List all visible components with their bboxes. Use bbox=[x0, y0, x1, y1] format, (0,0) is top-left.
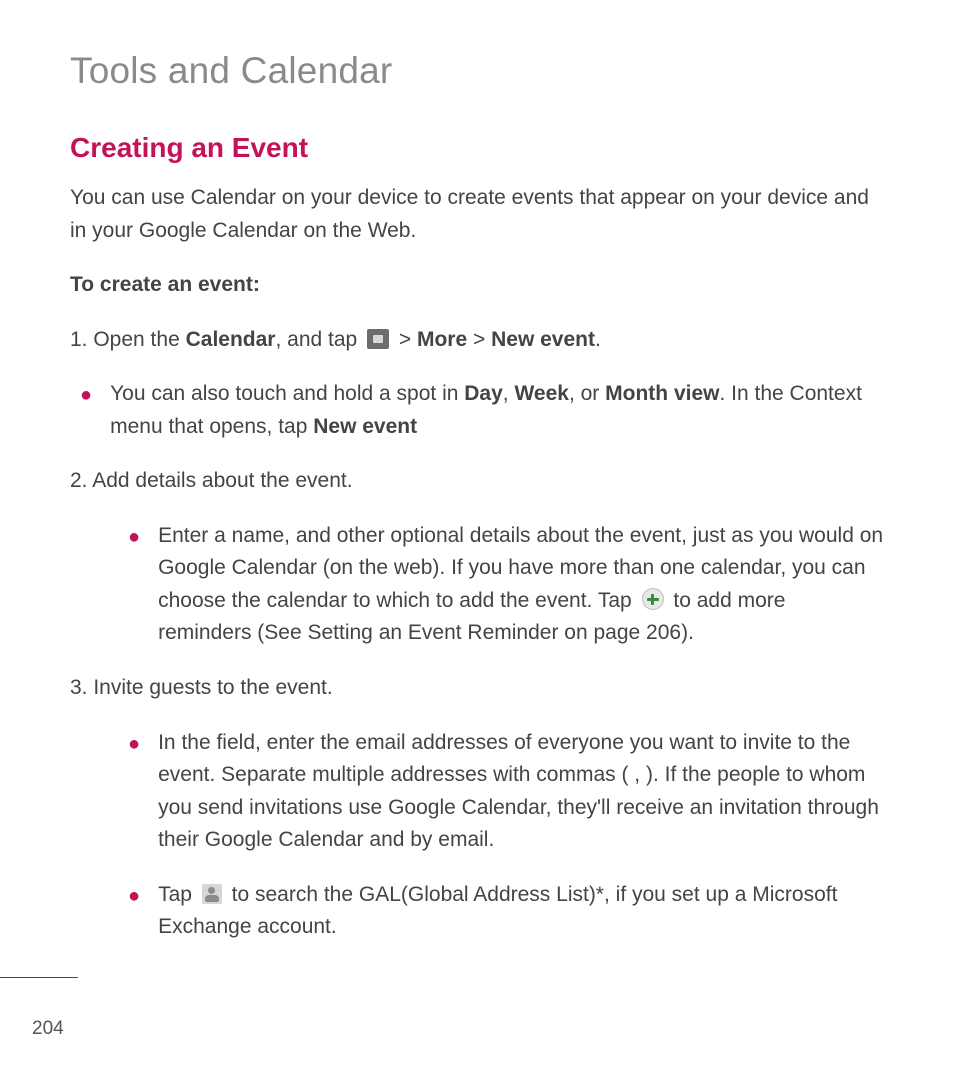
bullet-gal-text: Tap to search the GAL(Global Address Lis… bbox=[158, 879, 884, 944]
step-1-mid: , and tap bbox=[275, 328, 363, 351]
section-title: Creating an Event bbox=[70, 132, 884, 164]
step-1-calendar: Calendar bbox=[186, 328, 276, 351]
b1-t2: , bbox=[503, 382, 515, 405]
intro-paragraph: You can use Calendar on your device to c… bbox=[70, 182, 884, 247]
bullet-invite: ● In the field, enter the email addresse… bbox=[118, 727, 884, 857]
bullet-invite-text: In the field, enter the email addresses … bbox=[158, 727, 884, 857]
step-1-more: More bbox=[417, 328, 467, 351]
menu-icon bbox=[367, 329, 389, 349]
body-content: You can use Calendar on your device to c… bbox=[70, 182, 884, 944]
b1-day: Day bbox=[464, 382, 503, 405]
bullet-icon: ● bbox=[128, 731, 140, 757]
page-number: 204 bbox=[32, 1018, 64, 1040]
step-1-new-event: New event bbox=[491, 328, 595, 351]
step-1-prefix: 1. Open the bbox=[70, 328, 186, 351]
step-1-gt1: > bbox=[393, 328, 417, 351]
b1-week: Week bbox=[514, 382, 568, 405]
manual-page: Tools and Calendar Creating an Event You… bbox=[0, 0, 954, 1074]
bullet-context-menu: ● You can also touch and hold a spot in … bbox=[70, 378, 884, 443]
bullet-gal: ● Tap to search the GAL(Global Address L… bbox=[118, 879, 884, 944]
b4-t1: Tap bbox=[158, 883, 198, 906]
bullet-enter-details-text: Enter a name, and other optional details… bbox=[158, 520, 884, 650]
bullet-enter-details: ● Enter a name, and other optional detai… bbox=[118, 520, 884, 650]
step-1-gt2: > bbox=[467, 328, 491, 351]
bullet-icon: ● bbox=[128, 883, 140, 909]
bullet-context-menu-text: You can also touch and hold a spot in Da… bbox=[110, 378, 884, 443]
b1-new-event: New event bbox=[313, 415, 417, 438]
step-1-suffix: . bbox=[595, 328, 601, 351]
bullet-icon: ● bbox=[80, 382, 92, 408]
step-3: 3. Invite guests to the event. bbox=[70, 672, 884, 705]
plus-icon bbox=[642, 588, 664, 610]
step-1: 1. Open the Calendar, and tap > More > N… bbox=[70, 324, 884, 357]
b1-t3: , or bbox=[569, 382, 605, 405]
contact-icon bbox=[202, 884, 222, 904]
b1-t1: You can also touch and hold a spot in bbox=[110, 382, 464, 405]
step-2: 2. Add details about the event. bbox=[70, 465, 884, 498]
b4-t2: to search the GAL(Global Address List)*,… bbox=[158, 883, 837, 939]
footer-rule bbox=[0, 977, 78, 978]
bullet-icon: ● bbox=[128, 524, 140, 550]
b1-month: Month view bbox=[605, 382, 719, 405]
subhead-to-create: To create an event: bbox=[70, 269, 884, 302]
chapter-title: Tools and Calendar bbox=[70, 50, 884, 92]
